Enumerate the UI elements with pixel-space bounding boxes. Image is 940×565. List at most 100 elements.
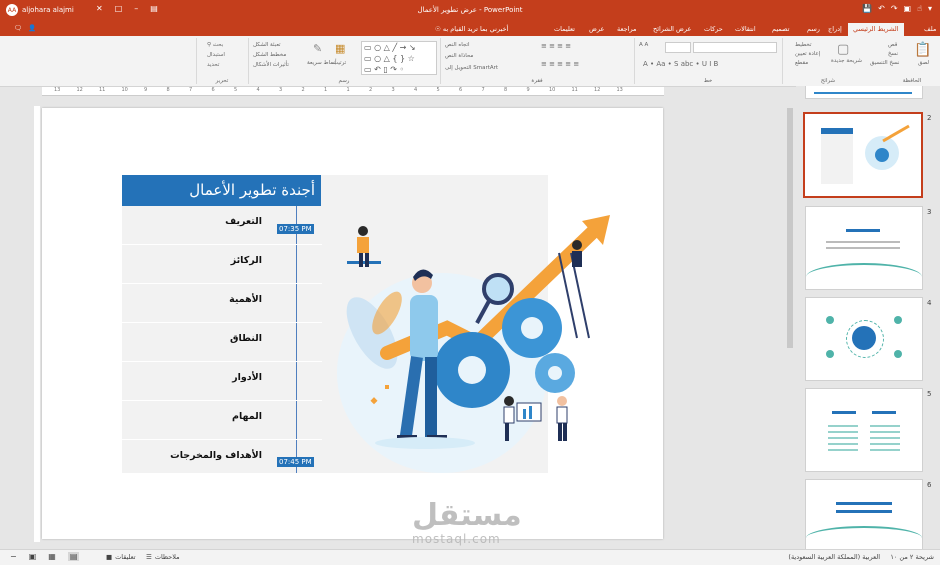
customize-qat-icon[interactable]: ▾ <box>928 4 932 13</box>
slide-canvas[interactable]: أجندة تطوير الأعمال التعريف الركائز الأه… <box>42 108 663 539</box>
slide-number-3: 3 <box>927 208 932 216</box>
agenda-item: التعريف <box>225 216 262 227</box>
agenda-row[interactable]: الركائز <box>122 245 322 284</box>
slide-thumbnail-4[interactable] <box>805 297 923 381</box>
tell-me-label: أخبرني بما تريد القيام به <box>442 25 509 33</box>
shape-effects-button[interactable]: تأثيرات الأشكال <box>253 62 289 68</box>
reading-view-icon[interactable]: ▣ <box>29 552 37 561</box>
cut-button[interactable]: قص <box>888 42 897 48</box>
font-size-box[interactable] <box>665 42 691 53</box>
tab-view[interactable]: عرض <box>584 23 609 36</box>
agenda-item: المهام <box>232 411 262 422</box>
group-font: A A A • Aa • S abc • U I B خط <box>634 38 781 84</box>
layout-button[interactable]: تخطيط <box>795 42 811 48</box>
watermark-domain: mostaql.com <box>412 532 501 546</box>
share-area: 🗨 👤 <box>14 24 36 32</box>
quick-access-toolbar: 💾 ↶ ↷ ▣ ☝ ▾ <box>862 4 932 13</box>
vertical-scrollbar[interactable] <box>786 96 794 546</box>
business-growth-illustration[interactable] <box>327 203 627 503</box>
tab-review[interactable]: مراجعة <box>612 23 642 36</box>
tab-animations[interactable]: حركات <box>699 23 728 36</box>
agenda-row[interactable]: المهام <box>122 401 322 440</box>
notes-button[interactable]: ☰ ملاحظات <box>146 553 180 561</box>
tab-transitions[interactable]: انتقالات <box>730 23 761 36</box>
agenda-row[interactable]: الأهمية <box>122 284 322 323</box>
redo-icon[interactable]: ↷ <box>891 4 898 13</box>
slide-thumbnail-6[interactable] <box>805 479 923 550</box>
format-painter-button[interactable]: نسخ التنسيق <box>870 60 899 66</box>
shape-outline-button[interactable]: مخطط الشكل <box>253 52 286 58</box>
replace-button[interactable]: استبدال <box>207 52 225 58</box>
slide-thumbnail-3[interactable] <box>805 206 923 290</box>
copy-button[interactable]: نسخ <box>888 51 898 57</box>
arrange-icon[interactable]: ▦ <box>335 42 345 55</box>
agenda-row[interactable]: النطاق <box>122 323 322 362</box>
new-slide-button[interactable]: شريحة جديدة <box>831 58 862 64</box>
zoom-slider-icon[interactable]: − <box>10 552 17 561</box>
save-icon[interactable]: 💾 <box>862 4 872 13</box>
tab-help[interactable]: تعليمات <box>549 23 580 36</box>
slide-thumbnail-2[interactable] <box>803 112 923 198</box>
share-icon[interactable]: 👤 <box>28 24 36 32</box>
touch-mode-icon[interactable]: ☝ <box>917 4 922 13</box>
scroll-thumb[interactable] <box>787 108 793 348</box>
text-direction-button[interactable]: اتجاه النص <box>445 42 470 48</box>
ribbon: 📋 لصق قص نسخ نسخ التنسيق الحافظة ▢ شريحة… <box>0 36 940 87</box>
agenda-row[interactable]: الأدوار <box>122 362 322 401</box>
quick-styles-icon[interactable]: ✎ <box>313 42 322 55</box>
maximize-icon[interactable]: □ <box>115 4 123 13</box>
slide-thumbnails-panel[interactable]: 2 3 4 5 6 <box>796 86 940 550</box>
tab-design[interactable]: تصميم <box>767 23 795 36</box>
ribbon-tabs: 🗨 👤 ملف الشريط الرئيسي إدراج رسم تصميم ا… <box>0 22 940 36</box>
group-slides-label: شرائح <box>820 78 836 84</box>
ruler-tick-label: 9 <box>526 87 530 93</box>
comments-icon[interactable]: 🗨 <box>14 24 22 32</box>
select-button[interactable]: تحديد <box>207 62 219 68</box>
group-drawing-label: رسم <box>338 78 350 84</box>
new-slide-icon[interactable]: ▢ <box>837 42 849 57</box>
quick-styles-button[interactable]: أنماط سريعة <box>307 60 337 66</box>
tell-me-search[interactable]: ☉ أخبرني بما تريد القيام به <box>430 23 513 36</box>
shapes-gallery[interactable]: ▭ ○ △ ╱ → ↘ ▭ ○ △ { } ☆ ▭ ↶ ▯ ↷ ◦ <box>361 41 437 75</box>
alignment-icons[interactable]: ≡ ≡ ≡ ≡ ≡ <box>541 60 579 68</box>
font-formatting-icons[interactable]: A • Aa • S abc • U I B <box>643 60 718 68</box>
paste-icon[interactable]: 📋 <box>914 42 931 58</box>
tab-insert[interactable]: إدراج <box>823 23 847 36</box>
align-text-button[interactable]: محاذاة النص <box>445 53 473 59</box>
slide-thumbnail-5[interactable] <box>805 388 923 472</box>
comments-status-icon: ■ <box>106 553 113 561</box>
shape-fill-button[interactable]: تعبئة الشكل <box>253 42 281 48</box>
minimize-icon[interactable]: – <box>134 4 138 13</box>
tab-home[interactable]: الشريط الرئيسي <box>848 23 904 36</box>
ruler-tick-label: 2 <box>369 87 373 93</box>
font-name-box[interactable] <box>693 42 777 53</box>
smartart-button[interactable]: التحويل إلى SmartArt <box>445 65 498 71</box>
gear-icon <box>502 298 562 358</box>
time-start-label[interactable]: 07:35 PM <box>277 224 314 234</box>
reset-button[interactable]: إعادة تعيين <box>795 51 820 57</box>
slide-title[interactable]: أجندة تطوير الأعمال <box>122 175 321 206</box>
ruler-tick-label: 4 <box>414 87 418 93</box>
paste-button[interactable]: لصق <box>918 60 929 66</box>
slide-thumbnail-1-partial[interactable] <box>805 86 923 99</box>
slideshow-icon[interactable]: ▣ <box>904 4 912 13</box>
watermark: مستقل mostaql.com <box>412 498 522 546</box>
close-icon[interactable]: ✕ <box>96 4 103 13</box>
ribbon-options-icon[interactable]: ▤ <box>150 4 158 13</box>
tab-file[interactable]: ملف <box>919 23 940 36</box>
tab-slideshow[interactable]: عرض الشرائح <box>648 23 696 36</box>
find-button[interactable]: ⚲ بحث <box>207 42 223 48</box>
ruler-tick-label: 2 <box>301 87 305 93</box>
font-grow-icon[interactable]: A A <box>639 42 648 48</box>
sorter-view-icon[interactable]: ▦ <box>48 552 56 561</box>
tab-draw[interactable]: رسم <box>802 23 825 36</box>
undo-icon[interactable]: ↶ <box>878 4 885 13</box>
person-laptop-figure <box>347 226 381 267</box>
normal-view-icon[interactable]: ▤ <box>67 552 80 561</box>
language-indicator[interactable]: العربية (المملكة العربية السعودية) <box>788 553 880 561</box>
section-button[interactable]: مقطع <box>795 60 808 66</box>
comments-button[interactable]: ■ تعليقات <box>106 553 136 561</box>
agenda-item: الأدوار <box>232 372 262 383</box>
list-icons[interactable]: ≡ ≡ ≡ ≡ <box>541 42 571 50</box>
time-end-label[interactable]: 07:45 PM <box>277 457 314 467</box>
